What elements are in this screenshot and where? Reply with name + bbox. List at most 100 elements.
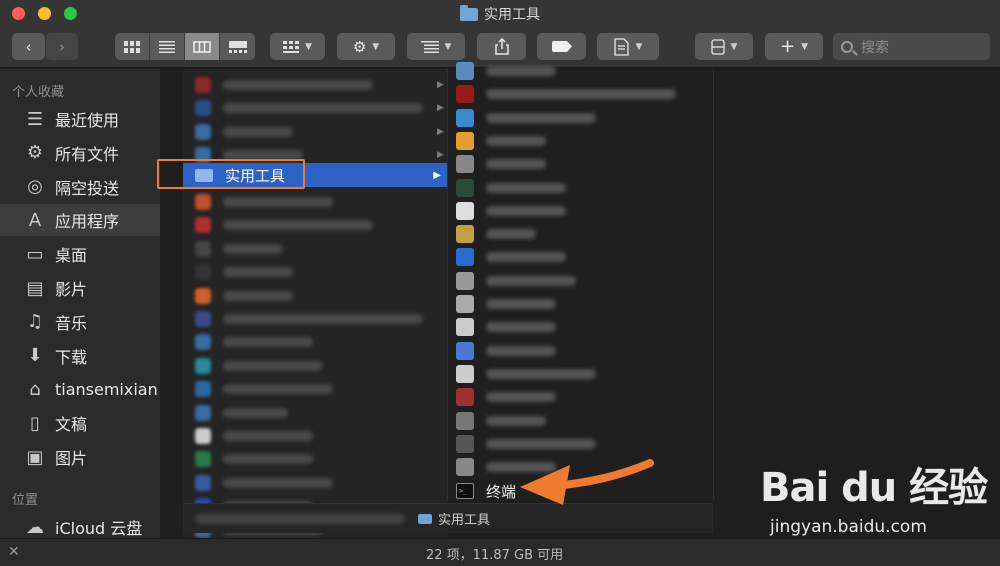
column-view-button[interactable] [185, 33, 220, 60]
list-item-label [223, 384, 333, 395]
app-icon [195, 334, 211, 351]
list-item[interactable] [195, 215, 373, 235]
list-item[interactable] [456, 363, 596, 385]
drive-button[interactable]: ▼ [695, 33, 753, 60]
list-item[interactable] [456, 386, 556, 408]
tools-icon: ✕ [8, 544, 20, 560]
group-button[interactable]: ▼ [270, 33, 325, 60]
chevron-down-icon: ▼ [730, 41, 738, 52]
sidebar-item[interactable]: ⬇ 下载 [0, 340, 160, 372]
list-item-label [486, 112, 596, 123]
app-icon [195, 311, 211, 327]
sidebar-item-label: 影片 [55, 280, 88, 299]
list-item[interactable] [456, 200, 566, 222]
sidebar-item[interactable]: A 应用程序 [0, 204, 160, 237]
folder-icon [418, 513, 432, 524]
list-view-button[interactable] [150, 33, 185, 60]
sidebar-item[interactable]: ⚙ 所有文件 [0, 137, 160, 169]
gallery-view-button[interactable] [220, 33, 255, 60]
sidebar-item[interactable]: ▯ 文稿 [0, 407, 160, 439]
document-icon [613, 37, 629, 56]
sidebar-item[interactable]: ☰ 最近使用 [0, 103, 160, 135]
sidebar-item-label: 应用程序 [55, 212, 120, 232]
utility-app-icon [456, 271, 474, 290]
share-icon [494, 38, 509, 55]
list-item[interactable] [456, 316, 556, 338]
tags-button[interactable] [537, 33, 586, 60]
annotation-highlight-box [157, 159, 305, 189]
list-item[interactable] [456, 410, 546, 432]
list-item[interactable] [456, 107, 596, 129]
list-item[interactable] [195, 286, 293, 306]
list-item[interactable] [456, 60, 556, 82]
list-item[interactable] [195, 356, 323, 376]
utility-app-icon [456, 178, 474, 197]
list-item[interactable] [456, 293, 556, 315]
watermark-logo: Bai du 经验 [760, 465, 988, 511]
list-item[interactable] [195, 309, 423, 329]
sidebar-item-label: tiansemixian [55, 379, 158, 399]
utility-app-icon [456, 411, 474, 430]
forward-button[interactable]: › [46, 33, 78, 60]
music-icon: ♫ [26, 311, 44, 333]
app-icon [195, 264, 211, 281]
list-item[interactable] [456, 153, 546, 175]
back-button[interactable]: ‹ [12, 33, 45, 60]
list-item-label [486, 438, 596, 449]
sidebar-item[interactable]: ▤ 影片 [0, 272, 160, 304]
drive-icon [710, 38, 725, 55]
sidebar-heading-locations: 位置 [12, 493, 39, 508]
list-item[interactable] [456, 270, 576, 292]
app-icon [195, 77, 211, 93]
applications-column: ▶ ▶ ▶ ▶ [183, 69, 447, 538]
list-item[interactable]: ▶ [195, 98, 444, 118]
list-item[interactable] [456, 223, 536, 245]
list-item[interactable]: ▶ [195, 75, 444, 95]
list-item[interactable] [456, 130, 546, 152]
airdrop-icon: ◎ [27, 176, 43, 198]
sidebar-item[interactable]: ♫ 音乐 [0, 306, 160, 338]
list-item[interactable] [456, 83, 676, 105]
list-item[interactable] [456, 177, 566, 199]
list-item[interactable] [195, 262, 293, 282]
action-button[interactable]: ⚙ ▼ [337, 33, 395, 60]
list-item[interactable] [195, 332, 313, 352]
list-item[interactable]: ▶ [195, 122, 444, 142]
list-item-label [486, 135, 546, 146]
list-item[interactable] [456, 433, 596, 455]
sidebar-item[interactable]: ▣ 图片 [0, 441, 160, 473]
list-item[interactable] [195, 239, 283, 259]
new-document-button[interactable]: ▼ [597, 33, 659, 60]
view-mode-group [115, 33, 255, 60]
utility-app-icon [456, 225, 474, 244]
list-item[interactable] [195, 403, 288, 423]
arrange-button[interactable]: ▼ [407, 33, 465, 60]
list-item-label [486, 89, 676, 100]
list-item-label [223, 126, 293, 137]
list-item[interactable] [195, 473, 333, 493]
search-input[interactable]: 搜索 [833, 33, 990, 60]
list-item[interactable] [456, 246, 566, 268]
utility-app-icon [456, 388, 474, 407]
list-item[interactable] [195, 192, 333, 212]
sidebar-item[interactable]: ▭ 桌面 [0, 238, 160, 270]
list-item[interactable] [195, 426, 313, 446]
utility-app-icon [456, 295, 474, 313]
sidebar-item[interactable]: ⌂ tiansemixian [0, 373, 160, 405]
list-item[interactable] [195, 379, 333, 399]
applications-icon: A [28, 209, 42, 231]
utility-app-icon [456, 155, 474, 174]
path-current[interactable]: 实用工具 [418, 509, 490, 528]
group-icon [283, 40, 300, 53]
plus-icon: + [779, 36, 796, 57]
sidebar-item[interactable]: ◎ 隔空投送 [0, 171, 160, 203]
share-button[interactable] [477, 33, 526, 60]
app-icon [195, 381, 211, 398]
list-view-icon [159, 40, 175, 53]
list-item-terminal[interactable]: >_ 终端 [456, 480, 516, 502]
list-item[interactable] [456, 340, 556, 362]
icon-view-button[interactable] [115, 33, 150, 60]
add-button[interactable]: + ▼ [765, 33, 823, 60]
list-item[interactable] [195, 449, 313, 469]
desktop-icon: ▭ [26, 243, 44, 265]
